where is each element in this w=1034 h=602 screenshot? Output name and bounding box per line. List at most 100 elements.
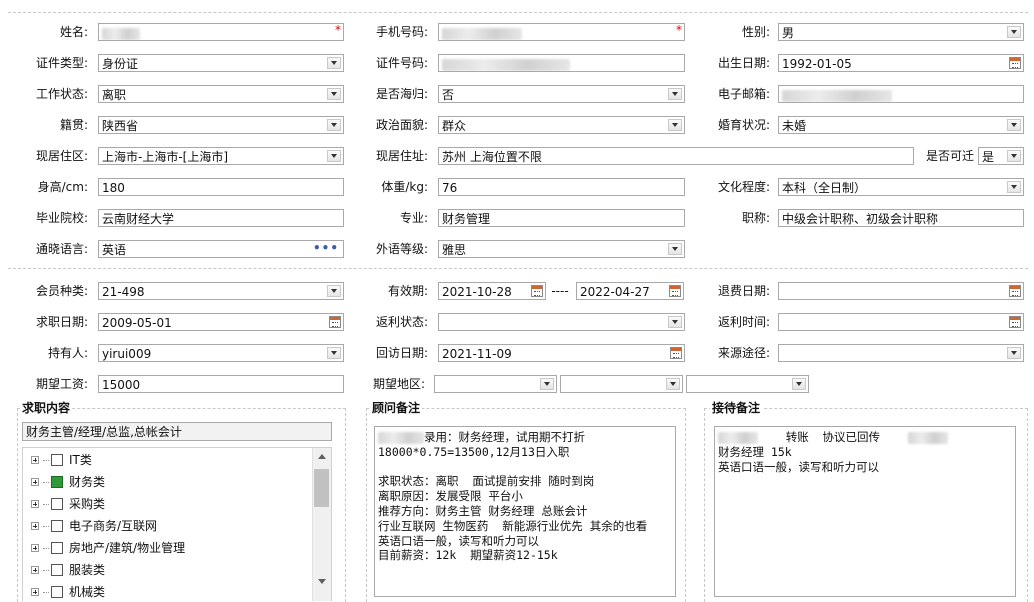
checkbox-icon[interactable]: [51, 564, 63, 576]
rebate-time-input[interactable]: [778, 313, 1024, 331]
visit-date-input[interactable]: 2021-11-09: [438, 344, 685, 362]
birth-date-input[interactable]: 1992-01-05: [778, 54, 1024, 72]
plus-expand-icon[interactable]: [31, 500, 39, 508]
can-move-select[interactable]: 是: [978, 147, 1024, 165]
gender-select[interactable]: 男: [778, 23, 1024, 41]
ellipsis-icon[interactable]: •••: [313, 241, 339, 257]
advisor-notes-body: 18000*0.75=13500,12月13日入职 求职状态：离职 面试提前安排…: [378, 444, 648, 563]
checkbox-icon[interactable]: [51, 542, 63, 554]
calendar-icon[interactable]: [669, 285, 681, 297]
dropdown-arrow-icon[interactable]: [327, 150, 341, 162]
address-input[interactable]: 苏州 上海位置不限: [438, 147, 914, 165]
dropdown-arrow-icon[interactable]: [792, 378, 806, 390]
dropdown-arrow-icon[interactable]: [668, 243, 682, 255]
title-input[interactable]: 中级会计职称、初级会计职称: [778, 209, 1024, 227]
major-input[interactable]: 财务管理: [438, 209, 685, 227]
plus-expand-icon[interactable]: [31, 478, 39, 486]
foreign-level-value: 雅思: [442, 243, 467, 257]
reception-notes-textarea[interactable]: 转账 协议已回传 财务经理 15k 英语口语一般，读写和听力可以: [714, 426, 1016, 597]
weight-label: 体重/kg:: [381, 180, 428, 194]
dropdown-arrow-icon[interactable]: [666, 378, 680, 390]
job-tree[interactable]: IT类 财务类 采购类 电子商务/互联网 房地产/建筑/物业管理 服装类 机械类: [22, 447, 332, 601]
native-select[interactable]: 陕西省: [98, 116, 344, 134]
residence-select[interactable]: 上海市-上海市-[上海市]: [98, 147, 344, 165]
tree-scrollbar[interactable]: [312, 448, 331, 601]
dropdown-arrow-icon[interactable]: [1007, 181, 1021, 193]
education-select[interactable]: 本科（全日制）: [778, 178, 1024, 196]
dropdown-arrow-icon[interactable]: [1007, 347, 1021, 359]
dropdown-arrow-icon[interactable]: [668, 119, 682, 131]
redacted-phone: [442, 27, 522, 40]
source-select[interactable]: [778, 344, 1024, 362]
marital-select[interactable]: 未婚: [778, 116, 1024, 134]
dropdown-arrow-icon[interactable]: [1007, 119, 1021, 131]
plus-expand-icon[interactable]: [31, 544, 39, 552]
height-input[interactable]: 180: [98, 178, 344, 196]
name-label: 姓名:: [59, 25, 88, 39]
dropdown-arrow-icon[interactable]: [540, 378, 554, 390]
work-status-label: 工作状态:: [35, 87, 88, 101]
plus-expand-icon[interactable]: [31, 588, 39, 596]
can-move-label: 是否可迁: [925, 149, 974, 163]
weight-input[interactable]: 76: [438, 178, 685, 196]
dropdown-arrow-icon[interactable]: [1007, 150, 1021, 162]
id-no-input[interactable]: [438, 54, 685, 72]
phone-input[interactable]: *: [438, 23, 685, 41]
calendar-icon[interactable]: [1009, 316, 1021, 328]
dropdown-arrow-icon[interactable]: [668, 88, 682, 100]
visit-date-label: 回访日期:: [375, 346, 428, 360]
checkbox-icon[interactable]: [51, 454, 63, 466]
dropdown-arrow-icon[interactable]: [327, 347, 341, 359]
calendar-icon[interactable]: [670, 347, 682, 359]
advisor-notes-title: 顾问备注: [370, 401, 423, 415]
checkbox-icon[interactable]: [51, 476, 63, 488]
checkbox-icon[interactable]: [51, 586, 63, 598]
plus-expand-icon[interactable]: [31, 566, 39, 574]
validity-to-input[interactable]: 2022-04-27: [576, 282, 684, 300]
school-input[interactable]: 云南财经大学: [98, 209, 344, 227]
region-select-1[interactable]: [434, 375, 557, 393]
residence-label: 现居住区:: [35, 149, 88, 163]
refund-date-input[interactable]: [778, 282, 1024, 300]
region-select-2[interactable]: [560, 375, 683, 393]
id-type-select[interactable]: 身份证: [98, 54, 344, 72]
salary-input[interactable]: 15000: [98, 375, 344, 393]
tree-connector: [43, 460, 49, 461]
email-input[interactable]: [778, 85, 1024, 103]
validity-from-input[interactable]: 2021-10-28: [438, 282, 546, 300]
job-date-input[interactable]: 2009-05-01: [98, 313, 344, 331]
calendar-icon[interactable]: [531, 285, 543, 297]
dropdown-arrow-icon[interactable]: [1007, 26, 1021, 38]
member-type-select[interactable]: 21-498: [98, 282, 344, 300]
calendar-icon[interactable]: [329, 316, 341, 328]
calendar-icon[interactable]: [1009, 285, 1021, 297]
dropdown-arrow-icon[interactable]: [327, 57, 341, 69]
checkbox-icon[interactable]: [51, 498, 63, 510]
calendar-icon[interactable]: [1009, 57, 1021, 69]
checkbox-icon[interactable]: [51, 520, 63, 532]
political-select[interactable]: 群众: [438, 116, 685, 134]
dropdown-arrow-icon[interactable]: [327, 285, 341, 297]
scroll-down-icon[interactable]: [318, 579, 326, 584]
rebate-status-select[interactable]: [438, 313, 685, 331]
foreign-level-select[interactable]: 雅思: [438, 240, 685, 258]
dropdown-arrow-icon[interactable]: [668, 316, 682, 328]
language-input[interactable]: 英语 •••: [98, 240, 344, 258]
language-value: 英语: [102, 243, 127, 257]
validity-separator: ----: [551, 284, 569, 298]
dropdown-arrow-icon[interactable]: [327, 88, 341, 100]
plus-expand-icon[interactable]: [31, 522, 39, 530]
education-value: 本科（全日制）: [782, 181, 867, 195]
scroll-thumb[interactable]: [314, 469, 329, 507]
work-status-select[interactable]: 离职: [98, 85, 344, 103]
dropdown-arrow-icon[interactable]: [327, 119, 341, 131]
advisor-notes-textarea[interactable]: 录用：财务经理，试用期不打折 18000*0.75=13500,12月13日入职…: [374, 426, 676, 597]
returnee-select[interactable]: 否: [438, 85, 685, 103]
plus-expand-icon[interactable]: [31, 456, 39, 464]
name-input[interactable]: *: [98, 23, 344, 41]
scroll-up-icon[interactable]: [318, 454, 326, 459]
redacted-email: [782, 89, 892, 102]
holder-select[interactable]: yirui009: [98, 344, 344, 362]
id-type-value: 身份证: [102, 57, 139, 71]
region-select-3[interactable]: [686, 375, 809, 393]
